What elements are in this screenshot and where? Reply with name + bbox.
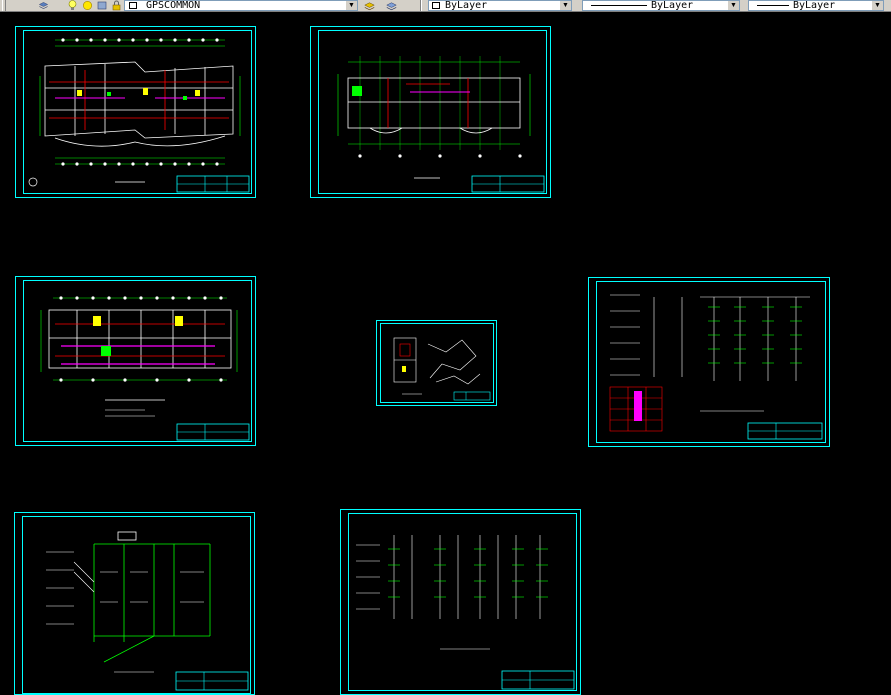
chevron-down-icon[interactable]: ▼ [346,1,357,10]
lineweight-preview [757,5,789,6]
color-select[interactable]: ByLayer ▼ [428,0,572,11]
color-value: ByLayer [445,0,488,11]
drawing-sheet-system-diagram[interactable] [14,512,255,695]
properties-toolbar: GPSCOMMON ▼ ByLayer ▼ ByLayer ▼ ByLayer … [0,0,891,12]
drawing-sheet-detail-plan[interactable] [376,320,497,406]
sun-icon[interactable] [82,0,93,11]
linetype-value: ByLayer [651,0,694,11]
chevron-down-icon[interactable]: ▼ [728,1,739,10]
layer-select[interactable]: GPSCOMMON ▼ [124,0,358,11]
chevron-down-icon[interactable]: ▼ [872,1,883,10]
linetype-preview [591,5,647,6]
color-swatch [432,2,440,9]
lineweight-select[interactable]: ByLayer ▼ [748,0,884,11]
layer-previous-icon[interactable] [386,0,397,11]
model-space-canvas[interactable] [0,12,891,695]
layer-name-value: GPSCOMMON [146,0,201,11]
layer-state-icon[interactable] [364,0,375,11]
toolbar-separator [420,0,422,11]
toolbar-grip-icon [2,0,6,11]
chevron-down-icon[interactable]: ▼ [560,1,571,10]
layer-color-swatch [129,2,137,9]
drawing-sheet-riser-diagram-1[interactable] [588,277,830,447]
drawing-sheet-floor-plan-2[interactable] [310,26,551,198]
lineweight-value: ByLayer [793,0,836,11]
linetype-select[interactable]: ByLayer ▼ [582,0,740,11]
drawing-sheet-riser-diagram-2[interactable] [340,509,581,695]
drawing-sheet-floor-plan-1[interactable] [15,26,256,198]
drawing-sheet-floor-plan-3[interactable] [15,276,256,446]
layer-manager-icon[interactable] [38,0,49,11]
bulb-icon[interactable] [67,0,78,11]
color-square-icon[interactable] [97,0,108,11]
lock-icon[interactable] [111,0,122,11]
